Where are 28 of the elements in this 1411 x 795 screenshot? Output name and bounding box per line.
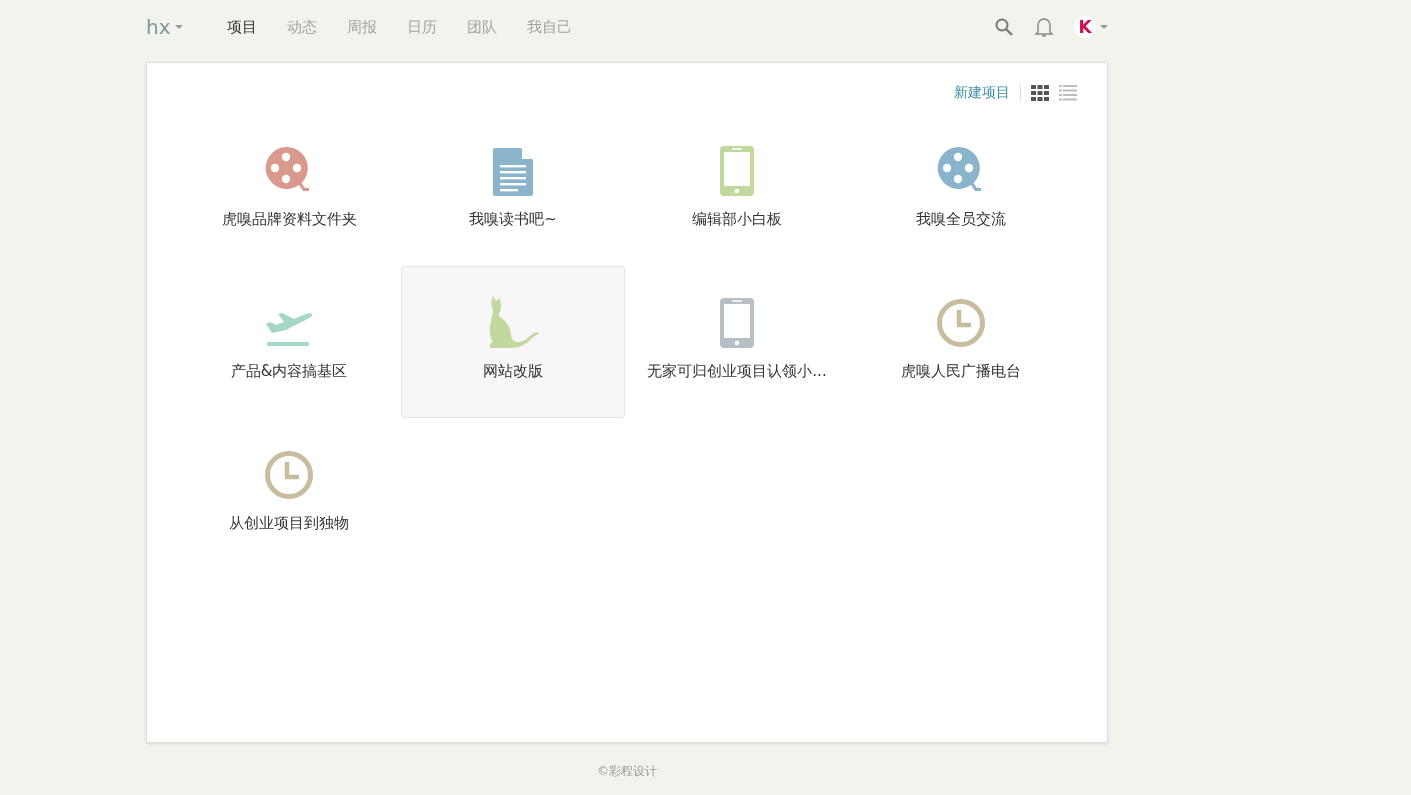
project-name: 网站改版 [483, 362, 543, 381]
project-name: 虎嗅人民广播电台 [901, 362, 1021, 381]
project-tile[interactable]: 我嗅读书吧~ [401, 114, 625, 266]
footer-copyright: ©彩程设计 [596, 763, 658, 780]
project-tile[interactable]: 网站改版 [401, 266, 625, 418]
nav-tab[interactable]: 项目 [226, 17, 257, 37]
project-name: 产品&内容搞基区 [230, 362, 348, 381]
project-tile[interactable]: 产品&内容搞基区 [177, 266, 401, 418]
project-name: 我嗅读书吧~ [469, 210, 557, 229]
caret-icon [174, 25, 183, 29]
project-tile[interactable]: 虎嗅品牌资料文件夹 [177, 114, 401, 266]
project-name: 从创业项目到独物 [229, 514, 349, 533]
project-tile[interactable]: 编辑部小白板 [625, 114, 849, 266]
project-tile[interactable]: 从创业项目到独物 [177, 418, 401, 570]
caret-icon [1100, 25, 1108, 29]
project-tile[interactable]: 我嗅全员交流 [849, 114, 1073, 266]
new-project-link[interactable]: 新建项目 [954, 84, 1010, 102]
grid-view-icon[interactable] [1031, 85, 1049, 101]
project-name: 虎嗅品牌资料文件夹 [221, 210, 357, 229]
project-name: 无家可归创业项目认领小... [647, 362, 827, 381]
user-menu[interactable]: K [1074, 16, 1108, 38]
bell-icon[interactable] [1034, 16, 1054, 38]
search-icon[interactable] [994, 17, 1014, 37]
project-name: 我嗅全员交流 [916, 210, 1006, 229]
project-tile[interactable]: 无家可归创业项目认领小... [625, 266, 849, 418]
project-tile[interactable]: 虎嗅人民广播电台 [849, 266, 1073, 418]
user-avatar: K [1074, 16, 1096, 38]
project-name: 编辑部小白板 [692, 210, 782, 229]
